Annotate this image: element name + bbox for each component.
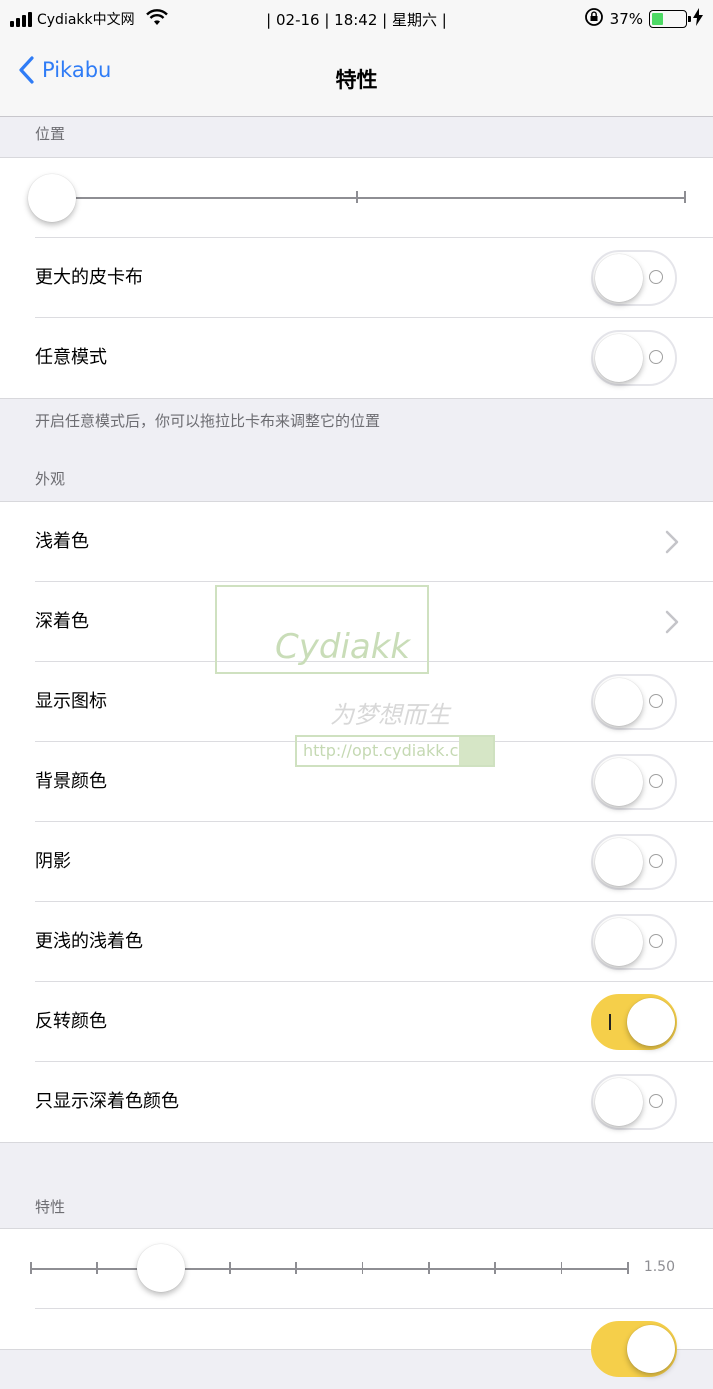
toggle-features[interactable]	[591, 1321, 677, 1377]
battery-percent: 37%	[609, 10, 643, 28]
row-bigger-pikabu: 更大的皮卡布	[0, 238, 713, 318]
section-header-features: 特性	[35, 1198, 66, 1216]
appearance-group: 浅着色 深着色 显示图标 背景颜色 阴影 更浅的浅着色 反转颜色 只显示深着色颜…	[0, 501, 713, 1143]
position-slider[interactable]	[0, 158, 713, 238]
slider-tick	[684, 191, 686, 203]
row-features-toggle	[0, 1309, 713, 1389]
row-invert-colors: 反转颜色	[0, 982, 713, 1062]
slider-tick	[627, 1262, 629, 1274]
slider-track	[40, 197, 686, 199]
toggle-invert-colors[interactable]	[591, 994, 677, 1050]
toggle-free-mode[interactable]	[591, 330, 677, 386]
slider-value: 1.50	[643, 1259, 675, 1275]
navigation-bar: Pikabu 特性	[0, 38, 713, 117]
toggle-only-dark-tint[interactable]	[591, 1074, 677, 1130]
slider-thumb[interactable]	[137, 1244, 185, 1292]
slider-tick	[361, 1262, 364, 1274]
row-label: 反转颜色	[35, 1011, 107, 1032]
row-shadow: 阴影	[0, 822, 713, 902]
status-bar: Cydiakk中文网 | 02-16 | 18:42 | 星期六 | 37%	[0, 0, 713, 38]
toggle-background-color[interactable]	[591, 754, 677, 810]
row-lighter-light-tint: 更浅的浅着色	[0, 902, 713, 982]
chevron-right-icon	[665, 530, 679, 554]
slider-tick	[428, 1262, 430, 1274]
row-background-color: 背景颜色	[0, 742, 713, 822]
row-only-dark-tint: 只显示深着色颜色	[0, 1062, 713, 1142]
row-label: 任意模式	[35, 347, 107, 368]
position-group: 更大的皮卡布 任意模式	[0, 157, 713, 399]
page-title: 特性	[335, 68, 378, 92]
section-header-appearance: 外观	[35, 470, 66, 488]
slider-tick	[356, 191, 358, 203]
toggle-show-icon[interactable]	[591, 674, 677, 730]
slider-tick	[30, 1262, 32, 1274]
battery-icon	[649, 10, 691, 28]
row-dark-tint[interactable]: 深着色	[0, 582, 713, 662]
row-label: 更浅的浅着色	[35, 931, 143, 952]
row-label: 显示图标	[35, 691, 107, 712]
row-free-mode: 任意模式	[0, 318, 713, 398]
slider-tick	[494, 1262, 496, 1274]
row-label: 更大的皮卡布	[35, 267, 143, 288]
row-show-icon: 显示图标	[0, 662, 713, 742]
toggle-lighter-light-tint[interactable]	[591, 914, 677, 970]
charging-bolt-icon	[693, 8, 703, 30]
row-label: 只显示深着色颜色	[35, 1091, 179, 1112]
row-light-tint[interactable]: 浅着色	[0, 502, 713, 582]
features-slider[interactable]: 1.50	[0, 1229, 713, 1309]
row-label: 深着色	[35, 611, 89, 632]
status-right: 37%	[584, 7, 703, 31]
chevron-right-icon	[665, 610, 679, 634]
section-footer-position: 开启任意模式后，你可以拖拉比卡布来调整它的位置	[35, 412, 381, 430]
toggle-shadow[interactable]	[591, 834, 677, 890]
slider-tick	[96, 1262, 98, 1274]
row-label: 浅着色	[35, 531, 89, 552]
row-label: 阴影	[35, 851, 71, 872]
features-group: 1.50	[0, 1228, 713, 1377]
slider-tick	[295, 1262, 297, 1274]
slider-track	[30, 1268, 628, 1270]
slider-tick	[560, 1262, 563, 1274]
orientation-lock-icon	[584, 7, 604, 31]
toggle-bigger-pikabu[interactable]	[591, 250, 677, 306]
slider-tick	[229, 1262, 231, 1274]
row-label: 背景颜色	[35, 771, 107, 792]
section-header-position: 位置	[35, 125, 66, 143]
slider-thumb[interactable]	[28, 174, 76, 222]
